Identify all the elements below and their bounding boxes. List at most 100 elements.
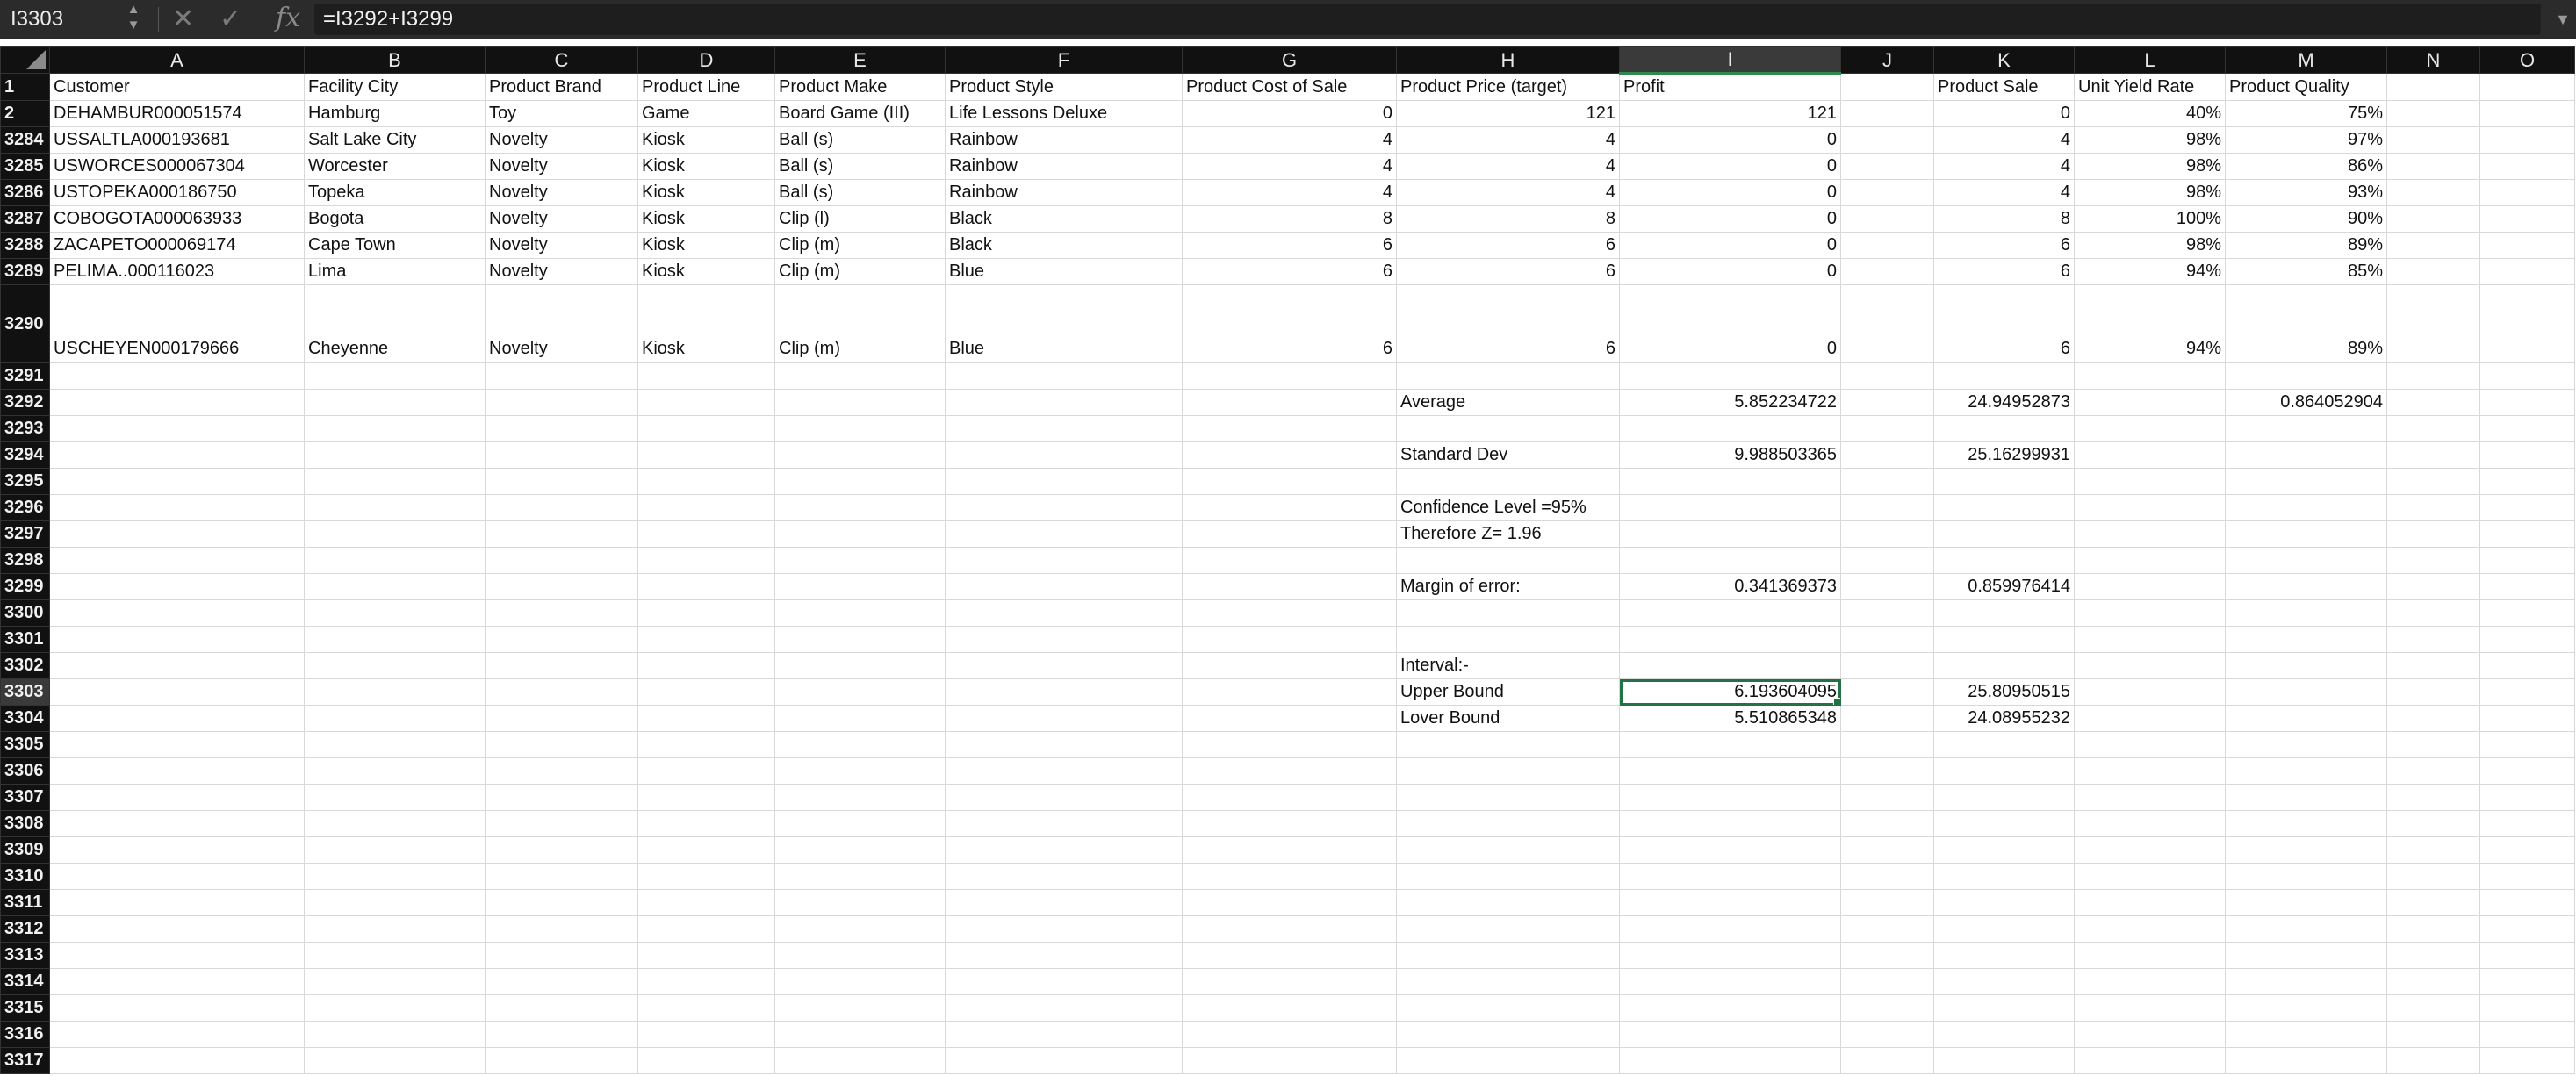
cell-m3284[interactable]: 97% bbox=[2225, 126, 2387, 154]
cell-g3297[interactable] bbox=[1182, 520, 1397, 548]
cell-g3286[interactable]: 4 bbox=[1182, 179, 1397, 206]
cell-n3311[interactable] bbox=[2386, 889, 2480, 916]
cell-f3285[interactable]: Rainbow bbox=[945, 153, 1183, 180]
cell-k2[interactable]: 0 bbox=[1933, 100, 2075, 127]
cell-e3295[interactable] bbox=[774, 468, 946, 495]
row-header-3301[interactable]: 3301 bbox=[0, 626, 50, 653]
cell-i3300[interactable] bbox=[1619, 599, 1841, 627]
cell-e3293[interactable] bbox=[774, 415, 946, 442]
cell-c3310[interactable] bbox=[485, 863, 638, 890]
cell-j3296[interactable] bbox=[1840, 494, 1934, 521]
cell-i3299[interactable]: 0.341369373 bbox=[1619, 573, 1841, 600]
cell-d3314[interactable] bbox=[637, 968, 775, 995]
cell-a3297[interactable] bbox=[49, 520, 305, 548]
cell-j3308[interactable] bbox=[1840, 810, 1934, 837]
cell-h3286[interactable]: 4 bbox=[1396, 179, 1620, 206]
cell-g3317[interactable] bbox=[1182, 1047, 1397, 1074]
cell-l3302[interactable] bbox=[2074, 652, 2226, 679]
cell-b3315[interactable] bbox=[304, 994, 486, 1022]
cell-a3289[interactable]: PELIMA..000116023 bbox=[49, 258, 305, 285]
row-header-3308[interactable]: 3308 bbox=[0, 810, 50, 837]
cell-k3288[interactable]: 6 bbox=[1933, 232, 2075, 259]
cell-l1[interactable]: Unit Yield Rate bbox=[2074, 73, 2226, 101]
cell-e3300[interactable] bbox=[774, 599, 946, 627]
cell-l3297[interactable] bbox=[2074, 520, 2226, 548]
cell-c3307[interactable] bbox=[485, 784, 638, 811]
name-box[interactable]: I3303 bbox=[11, 5, 125, 33]
cell-g3288[interactable]: 6 bbox=[1182, 232, 1397, 259]
chevron-down-icon[interactable]: ▼ bbox=[123, 18, 144, 33]
cell-o3297[interactable] bbox=[2479, 520, 2575, 548]
cell-f1[interactable]: Product Style bbox=[945, 73, 1183, 101]
row-header-3293[interactable]: 3293 bbox=[0, 415, 50, 442]
cell-k3295[interactable] bbox=[1933, 468, 2075, 495]
cell-a3315[interactable] bbox=[49, 994, 305, 1022]
cell-f3301[interactable] bbox=[945, 626, 1183, 653]
cell-l3289[interactable]: 94% bbox=[2074, 258, 2226, 285]
cell-o3307[interactable] bbox=[2479, 784, 2575, 811]
cell-d3307[interactable] bbox=[637, 784, 775, 811]
cell-m3310[interactable] bbox=[2225, 863, 2387, 890]
cell-f3298[interactable] bbox=[945, 547, 1183, 574]
cell-a3287[interactable]: COBOGOTA000063933 bbox=[49, 205, 305, 233]
cell-g3292[interactable] bbox=[1182, 389, 1397, 416]
cell-o3316[interactable] bbox=[2479, 1021, 2575, 1048]
cell-i3296[interactable] bbox=[1619, 494, 1841, 521]
cell-k3289[interactable]: 6 bbox=[1933, 258, 2075, 285]
cell-c3304[interactable] bbox=[485, 705, 638, 732]
cell-e3317[interactable] bbox=[774, 1047, 946, 1074]
cell-j2[interactable] bbox=[1840, 100, 1934, 127]
cell-n3296[interactable] bbox=[2386, 494, 2480, 521]
cell-n3299[interactable] bbox=[2386, 573, 2480, 600]
cell-o3300[interactable] bbox=[2479, 599, 2575, 627]
cell-c3300[interactable] bbox=[485, 599, 638, 627]
cell-j3284[interactable] bbox=[1840, 126, 1934, 154]
cell-c3301[interactable] bbox=[485, 626, 638, 653]
cell-n3309[interactable] bbox=[2386, 836, 2480, 864]
cell-e3302[interactable] bbox=[774, 652, 946, 679]
cell-c3290[interactable]: Novelty bbox=[485, 284, 638, 363]
cell-d3298[interactable] bbox=[637, 547, 775, 574]
cell-j3293[interactable] bbox=[1840, 415, 1934, 442]
cell-l3294[interactable] bbox=[2074, 441, 2226, 469]
cell-i3284[interactable]: 0 bbox=[1619, 126, 1841, 154]
cell-k3303[interactable]: 25.80950515 bbox=[1933, 678, 2075, 706]
cell-d3315[interactable] bbox=[637, 994, 775, 1022]
cell-i3302[interactable] bbox=[1619, 652, 1841, 679]
cell-n3314[interactable] bbox=[2386, 968, 2480, 995]
cell-l3303[interactable] bbox=[2074, 678, 2226, 706]
row-header-3317[interactable]: 3317 bbox=[0, 1047, 50, 1074]
cell-a3316[interactable] bbox=[49, 1021, 305, 1048]
cell-d3292[interactable] bbox=[637, 389, 775, 416]
select-all-icon[interactable] bbox=[26, 50, 46, 69]
row-header-3306[interactable]: 3306 bbox=[0, 757, 50, 785]
cell-o3286[interactable] bbox=[2479, 179, 2575, 206]
cell-i3308[interactable] bbox=[1619, 810, 1841, 837]
cell-h3291[interactable] bbox=[1396, 362, 1620, 390]
cell-i3303[interactable]: 6.193604095 bbox=[1619, 678, 1841, 706]
cell-f3289[interactable]: Blue bbox=[945, 258, 1183, 285]
cell-a3301[interactable] bbox=[49, 626, 305, 653]
cell-g2[interactable]: 0 bbox=[1182, 100, 1397, 127]
cell-b3312[interactable] bbox=[304, 915, 486, 943]
cell-c3285[interactable]: Novelty bbox=[485, 153, 638, 180]
cell-f3287[interactable]: Black bbox=[945, 205, 1183, 233]
cell-l3296[interactable] bbox=[2074, 494, 2226, 521]
cell-m3289[interactable]: 85% bbox=[2225, 258, 2387, 285]
cell-e3292[interactable] bbox=[774, 389, 946, 416]
cell-g3303[interactable] bbox=[1182, 678, 1397, 706]
cell-b3291[interactable] bbox=[304, 362, 486, 390]
cell-g1[interactable]: Product Cost of Sale bbox=[1182, 73, 1397, 101]
column-header-h[interactable]: H bbox=[1396, 46, 1620, 74]
cell-e3290[interactable]: Clip (m) bbox=[774, 284, 946, 363]
cell-e3315[interactable] bbox=[774, 994, 946, 1022]
row-header-3297[interactable]: 3297 bbox=[0, 520, 50, 548]
cell-d3285[interactable]: Kiosk bbox=[637, 153, 775, 180]
cell-i3285[interactable]: 0 bbox=[1619, 153, 1841, 180]
cell-h3303[interactable]: Upper Bound bbox=[1396, 678, 1620, 706]
cell-m3300[interactable] bbox=[2225, 599, 2387, 627]
cell-b3287[interactable]: Bogota bbox=[304, 205, 486, 233]
cell-h3298[interactable] bbox=[1396, 547, 1620, 574]
cell-k3312[interactable] bbox=[1933, 915, 2075, 943]
cell-i3287[interactable]: 0 bbox=[1619, 205, 1841, 233]
